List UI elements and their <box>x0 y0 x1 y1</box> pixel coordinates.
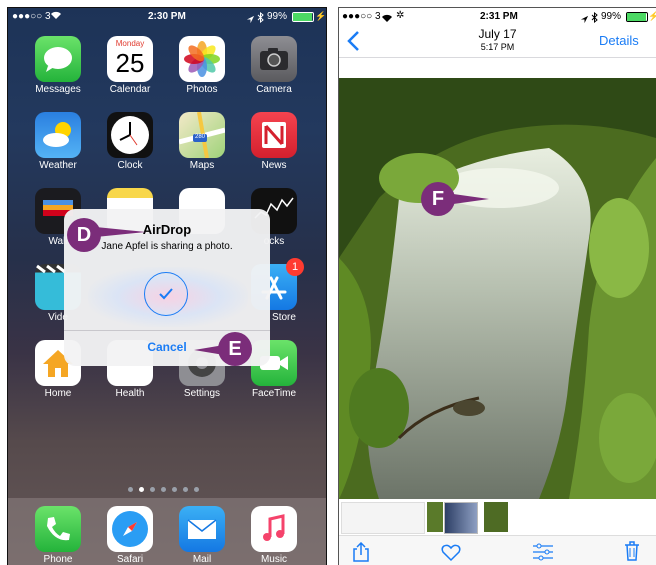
app-label: Weather <box>39 160 77 171</box>
share-icon[interactable] <box>352 541 370 565</box>
charging-icon: ⚡ <box>648 11 656 22</box>
app-label: Clock <box>117 160 143 171</box>
app-maps[interactable]: 280 <box>178 111 226 159</box>
details-button[interactable]: Details <box>599 33 639 48</box>
activity-spinner-icon: ✲ <box>396 10 405 21</box>
battery-percent: 99% <box>267 11 288 22</box>
app-clock[interactable] <box>107 112 153 158</box>
app-label: Messages <box>35 84 81 95</box>
app-photos[interactable] <box>179 36 225 82</box>
app-label: Phone <box>43 554 73 565</box>
thumbnail-photo[interactable] <box>427 502 443 532</box>
battery-percent: 99% <box>601 11 622 22</box>
charging-icon: ⚡ <box>315 11 327 21</box>
maps-shield-number: 280 <box>194 134 205 140</box>
app-label: Mail <box>192 554 212 565</box>
left-phone-home-screen: ●●●○○ 3 2:30 PM 99% ⚡ Messages Monday 25… <box>7 7 327 565</box>
bottom-toolbar <box>339 535 656 565</box>
thumbnail-current[interactable] <box>444 502 478 534</box>
calendar-date: 25 <box>115 48 145 78</box>
callout-e: E <box>218 332 252 366</box>
news-icon <box>262 122 286 148</box>
app-label: Safari <box>116 554 144 565</box>
nav-divider <box>339 57 656 58</box>
page-dot <box>172 487 177 492</box>
app-camera[interactable] <box>251 36 297 82</box>
photos-flower-icon <box>184 41 220 77</box>
battery-icon <box>292 12 314 22</box>
wifi-icon <box>381 10 393 28</box>
carrier-signal: ●●●○○ 3 <box>12 11 51 22</box>
app-label: FaceTime <box>251 388 297 399</box>
thumbnail-photo[interactable] <box>484 502 508 532</box>
app-label: Settings <box>183 388 221 399</box>
page-dot <box>150 487 155 492</box>
clock-face-icon <box>111 116 149 154</box>
wifi-icon <box>50 10 62 23</box>
thumbnail-strip <box>339 499 656 535</box>
progress-check-icon <box>144 272 188 316</box>
dock: Phone Safari Mail Music <box>8 498 326 565</box>
camera-icon <box>260 48 288 70</box>
right-phone-photo-view: ●●●○○ 3 ✲ 2:31 PM 99% ⚡ July 17 5:17 PM … <box>338 7 656 565</box>
app-weather[interactable] <box>35 112 81 158</box>
calendar-day: Monday <box>115 39 145 48</box>
callout-f: F <box>421 182 455 216</box>
app-messages[interactable] <box>35 36 81 82</box>
page-dot-active <box>139 487 144 492</box>
messages-icon <box>44 47 72 72</box>
app-news[interactable] <box>251 112 297 158</box>
status-time: 2:30 PM <box>148 11 186 22</box>
app-label: Camera <box>256 84 292 95</box>
app-label: Calendar <box>109 84 151 95</box>
app-safari[interactable] <box>107 506 153 552</box>
notification-badge: 1 <box>286 258 304 276</box>
app-label: Maps <box>189 160 215 171</box>
weather-cloud-sun-icon <box>43 122 71 147</box>
callout-d: D <box>67 218 101 252</box>
carrier-signal: ●●●○○ 3 <box>342 11 381 22</box>
trash-icon[interactable] <box>624 541 640 565</box>
location-icon <box>246 11 255 29</box>
app-label: Home <box>44 388 72 399</box>
app-label: Photos <box>186 84 218 95</box>
page-dot <box>183 487 188 492</box>
page-dot <box>128 487 133 492</box>
heart-icon[interactable] <box>441 544 461 565</box>
page-dot <box>194 487 199 492</box>
app-mail[interactable] <box>179 506 225 552</box>
bluetooth-icon <box>257 10 264 28</box>
envelope-icon <box>187 519 217 539</box>
phone-handset-icon <box>47 517 70 541</box>
stream-photo[interactable] <box>339 78 656 499</box>
app-calendar[interactable]: Monday 25 <box>107 36 153 82</box>
music-note-icon <box>263 514 285 541</box>
app-label: News <box>261 160 287 171</box>
battery-icon <box>626 12 648 22</box>
app-music[interactable] <box>251 506 297 552</box>
app-phone[interactable] <box>35 506 81 552</box>
compass-icon <box>112 511 148 547</box>
bluetooth-icon <box>591 10 598 28</box>
adjust-icon[interactable] <box>532 543 554 565</box>
thumbnail-screenshot[interactable] <box>341 502 425 534</box>
page-dot <box>161 487 166 492</box>
app-label: Health <box>115 388 145 399</box>
app-label: Music <box>260 554 288 565</box>
status-time: 2:31 PM <box>480 11 518 22</box>
